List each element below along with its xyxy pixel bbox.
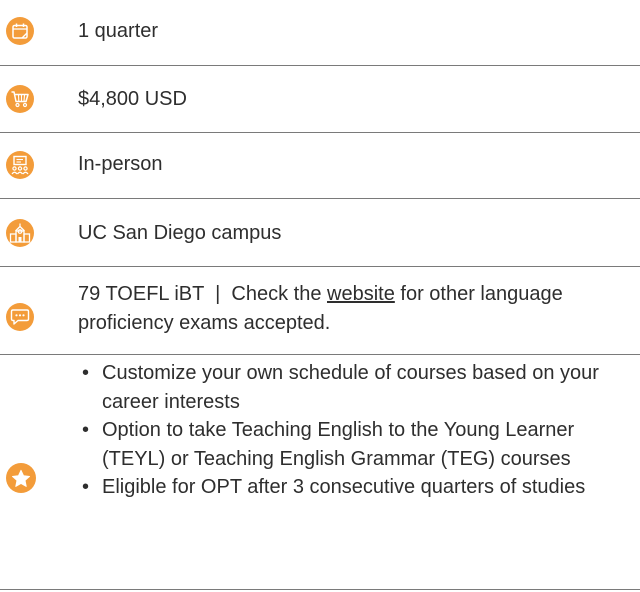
cost-row: $4,800 USD	[0, 66, 640, 133]
format-row: In-person	[0, 133, 640, 199]
website-link[interactable]: website	[327, 283, 395, 305]
highlights-list: • Customize your own schedule of courses …	[78, 359, 618, 502]
shopping-cart-icon	[6, 85, 34, 113]
list-item: • Option to take Teaching English to the …	[78, 416, 618, 473]
requirements-text: 79 TOEFL iBT | Check the website for oth…	[78, 280, 598, 338]
location-text: UC San Diego campus	[78, 222, 282, 244]
list-item: • Customize your own schedule of courses …	[78, 359, 618, 416]
highlight-text: Customize your own schedule of courses b…	[102, 362, 599, 413]
highlights-row: • Customize your own schedule of courses …	[0, 355, 640, 590]
campus-building-icon	[6, 219, 34, 247]
chat-bubble-icon	[6, 303, 34, 331]
calendar-icon	[6, 17, 34, 45]
bullet-mark: •	[82, 419, 90, 441]
format-text: In-person	[78, 153, 163, 175]
highlight-text: Option to take Teaching English to the Y…	[102, 419, 575, 470]
cost-text: $4,800 USD	[78, 88, 187, 110]
star-icon	[6, 463, 36, 493]
requirements-text-before: 79 TOEFL iBT | Check the	[78, 283, 328, 305]
program-details-list: 1 quarter $4,800 USD In-person UC San Di…	[0, 0, 640, 592]
classroom-icon	[6, 151, 34, 179]
duration-text: 1 quarter	[78, 20, 159, 42]
bullet-mark: •	[82, 362, 90, 384]
bullet-mark: •	[82, 476, 90, 498]
location-row: UC San Diego campus	[0, 199, 640, 267]
list-item: • Eligible for OPT after 3 consecutive qu…	[78, 473, 618, 502]
requirements-row: 79 TOEFL iBT | Check the website for oth…	[0, 267, 640, 355]
highlight-text: Eligible for OPT after 3 consecutive qua…	[102, 476, 586, 498]
duration-row: 1 quarter	[0, 0, 640, 66]
